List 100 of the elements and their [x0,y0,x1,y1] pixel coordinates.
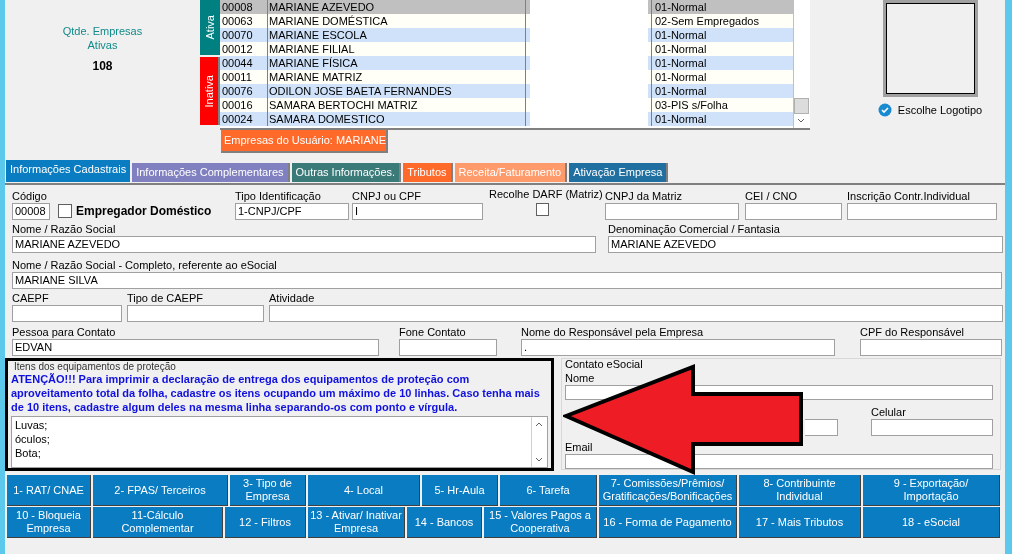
tab[interactable]: Informações Complementares [132,163,290,182]
field-label: Nome / Razão Social [12,222,117,236]
category-cell-text: 03-PIS s/Folha [654,98,729,112]
field-label: Nome do Responsável pela Empresa [521,325,705,339]
text-field[interactable] [745,203,842,220]
text-field[interactable]: I [352,203,483,220]
field-label: Código [12,189,48,203]
item-line: Bota; [15,446,42,460]
group-title: Itens dos equipamentos de proteção [13,361,177,372]
company-row[interactable]: 00063 MARIANE DOMÉSTICA 02-Sem Empregados [220,14,793,28]
category-cell-text: 01-Normal [654,42,708,56]
field-label: Tipo Identificação [235,189,322,203]
text-field[interactable]: MARIANE AZEVEDO [608,236,1003,253]
action-button[interactable]: 14 - Bancos [407,507,482,538]
field-label: Recolhe DARF (Matriz) [489,187,604,201]
field-label: CPF do Responsável [860,325,965,339]
action-button[interactable]: 17 - Mais Tributos [739,507,861,538]
tab[interactable]: Informações Cadastrais [6,160,131,182]
text-field[interactable] [847,203,997,220]
group-title: Contato eSocial [565,358,644,371]
action-button[interactable]: 12 - Filtros [225,507,306,538]
status-tab[interactable]: Ativa [200,0,220,55]
company-row[interactable]: 00012 MARIANE FILIAL 01-Normal [220,42,793,56]
action-button[interactable]: 2- FPAS/ Terceiros [93,475,228,506]
action-button[interactable]: 6- Tarefa [500,475,597,506]
text-field[interactable]: . [521,339,835,356]
action-button[interactable]: 18 - eSocial [863,507,1000,538]
company-row[interactable]: 00024 SAMARA DOMESTICO 01-Normal [220,112,793,126]
text-field[interactable] [805,419,838,436]
text-field[interactable]: EDVAN [12,339,379,356]
category-cell-text: 01-Normal [654,56,708,70]
action-button[interactable]: 8- Contribuinte Individual [739,475,861,506]
text-field[interactable]: MARIANE SILVA [12,272,1002,289]
category-cell-text: 01-Normal [654,84,708,98]
field-label: Atividade [269,291,316,305]
status-tab[interactable]: Inativa [200,57,220,125]
checkbox[interactable] [536,203,549,216]
field-label: Pessoa para Contato [12,325,117,339]
action-button[interactable]: 13 - Ativar/ Inativar Empresa [308,507,405,538]
action-button[interactable]: 3- Tipo de Empresa [230,475,306,506]
checkbox[interactable] [58,204,72,218]
name-cell: SAMARA DOMESTICO [268,112,526,126]
text-field[interactable] [605,203,739,220]
text-field[interactable]: MARIANE AZEVEDO [12,236,596,253]
text-field[interactable] [399,339,497,356]
field-label: Fone Contato [399,325,467,339]
active-count: 108 [92,58,113,75]
tab[interactable]: Ativação Empresa [569,163,669,182]
user-companies-button[interactable]: Empresas do Usuário: MARIANE [221,130,388,153]
text-field[interactable] [871,419,993,436]
action-button[interactable]: 4- Local [308,475,420,506]
warning-text: ATENÇÃO!!! Para imprimir a declaração de entrega dos equipamentos de proteção com aproveitamento total da folha, cadastre os itens ocupando um máximo de 10 linhas. Caso tenha mais de 10 itens, cadastre algum deles na mesma linha separando-os com ponto e vírgula. [11,372,541,414]
text-field[interactable]: 1-CNPJ/CPF [235,203,349,220]
item-line: óculos; [15,432,51,446]
action-button[interactable]: 16 - Forma de Pagamento [599,507,737,538]
action-button[interactable]: 9 - Exportação/ Importação [863,475,1000,506]
text-field[interactable] [269,305,1003,322]
field-label: Email [565,440,594,454]
field-label: Inscrição Contr.Individual [847,189,971,203]
scrollbar[interactable] [793,0,809,128]
tab[interactable]: Outras Informações. [291,163,402,182]
company-row[interactable]: 00016 SAMARA BERTOCHI MATRIZ 03-PIS s/Folha [220,98,793,112]
tab[interactable]: Tributos [403,163,453,182]
field-label: Nome / Razão Social - Completo, referente ao eSocial [12,258,278,272]
category-cell-text: 01-Normal [654,0,708,14]
action-button[interactable]: 7- Comissões/Prêmios/ Gratificações/Bonificações [599,475,737,506]
text-field[interactable] [12,305,122,322]
company-row[interactable]: 00044 MARIANE FÍSICA 01-Normal [220,56,793,70]
action-button[interactable]: 10 - Bloqueia Empresa [7,507,91,538]
code-cell: 00024 [220,112,268,126]
category-cell-text: 01-Normal [654,112,708,126]
field-label: Tipo de CAEPF [127,291,204,305]
checkbox-label: Empregador Doméstico [76,203,212,220]
action-button[interactable]: 11-Cálculo Complementar [93,507,223,538]
field-label: Celular [871,405,907,419]
text-field[interactable]: 00008 [12,203,50,220]
field-label: CEI / CNO [745,189,798,203]
summary-label: Qtde. Empresas Ativas [61,24,144,52]
action-button[interactable]: 15 - Valores Pagos a Cooperativa [484,507,597,538]
category-cell-text: 01-Normal [654,28,708,42]
text-field[interactable] [127,305,264,322]
items-textarea[interactable]: Luvas; óculos; Bota; [11,416,548,468]
choose-logo-button[interactable]: Escolhe Logotipo [897,102,983,119]
action-button[interactable]: 5- Hr-Aula [422,475,498,506]
field-label: CNPJ da Matriz [605,189,684,203]
company-row[interactable]: 00008 MARIANE AZEVEDO 01-Normal [220,0,793,14]
scroll-thumb[interactable] [794,98,809,114]
company-row[interactable]: 00076 ODILON JOSE BAETA FERNANDES 01-Normal [220,84,793,98]
item-line: Luvas; [15,418,49,432]
company-row[interactable]: 00011 MARIANE MATRIZ 01-Normal [220,70,793,84]
category-cell-text: 02-Sem Empregados [654,14,760,28]
action-button[interactable]: 1- RAT/ CNAE [7,475,91,506]
company-row[interactable]: 00070 MARIANE ESCOLA 01-Normal [220,28,793,42]
field-label: Nome [565,371,596,385]
field-label: CAEPF [12,291,50,305]
checkmark-icon [877,103,892,118]
text-field[interactable] [860,339,1002,356]
field-label: Denominação Comercial / Fantasia [608,222,781,236]
field-label: CNPJ ou CPF [352,189,423,203]
text-field[interactable] [565,454,993,469]
